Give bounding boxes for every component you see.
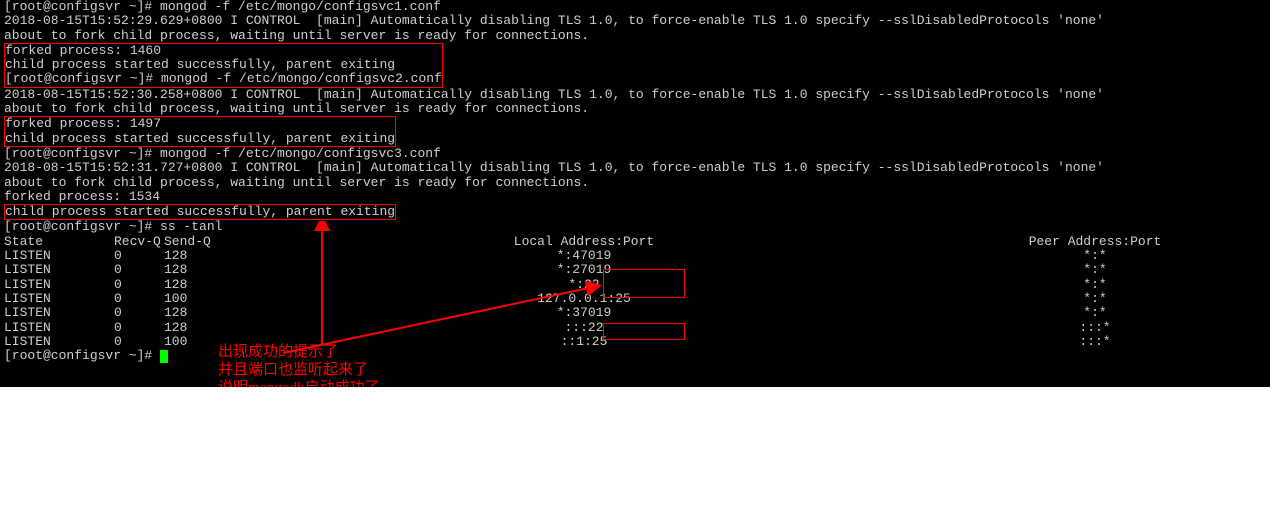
log-line: 2018-08-15T15:52:29.629+0800 I CONTROL [… xyxy=(4,14,1266,28)
prompt-line-3: [root@configsvr ~]# mongod -f /etc/mongo… xyxy=(4,147,1266,161)
col-recvq: Recv-Q xyxy=(114,235,164,249)
log-line: 2018-08-15T15:52:31.727+0800 I CONTROL [… xyxy=(4,161,1266,175)
log-line: child process started successfully, pare… xyxy=(5,205,395,219)
log-line: forked process: 1460 xyxy=(5,44,442,58)
ss-row: LISTEN0128*:22*:* xyxy=(4,278,1266,292)
highlight-box: forked process: 1497 child process start… xyxy=(4,116,396,147)
ss-header: State Recv-Q Send-Q Local Address:Port P… xyxy=(4,235,1266,249)
prompt: [root@configsvr ~]# xyxy=(4,348,160,363)
ss-row: LISTEN0100127.0.0.1:25*:* xyxy=(4,292,1266,306)
command: mongod -f /etc/mongo/configsvc2.conf xyxy=(161,71,442,86)
prompt-line-5: [root@configsvr ~]# xyxy=(4,349,1266,363)
command: mongod -f /etc/mongo/configsvc3.conf xyxy=(160,146,441,161)
col-peer: Peer Address:Port xyxy=(924,235,1266,249)
log-line: child process started successfully, pare… xyxy=(5,58,442,72)
log-line: about to fork child process, waiting unt… xyxy=(4,29,1266,43)
annotation-text: 出现成功的提示了 并且端口也监听起来了 说明mongodb启动成功了 xyxy=(218,343,380,387)
prompt: [root@configsvr ~]# xyxy=(4,0,160,14)
annotation-line-1: 出现成功的提示了 xyxy=(218,343,380,361)
ss-row: LISTEN0128:::22:::* xyxy=(4,321,1266,335)
command: mongod -f /etc/mongo/configsvc1.conf xyxy=(160,0,441,14)
annotation-line-3: 说明mongodb启动成功了 xyxy=(218,379,380,387)
ss-row: LISTEN0128*:47019*:* xyxy=(4,249,1266,263)
prompt: [root@configsvr ~]# xyxy=(5,71,161,86)
ss-row: LISTEN0128*:37019*:* xyxy=(4,306,1266,320)
prompt-line-1: [root@configsvr ~]# mongod -f /etc/mongo… xyxy=(4,0,1266,14)
command: ss -tanl xyxy=(160,219,222,234)
prompt-line-4: [root@configsvr ~]# ss -tanl xyxy=(4,220,1266,234)
prompt: [root@configsvr ~]# xyxy=(4,146,160,161)
log-line: about to fork child process, waiting unt… xyxy=(4,176,1266,190)
col-sendq: Send-Q xyxy=(164,235,244,249)
log-line: about to fork child process, waiting unt… xyxy=(4,102,1266,116)
prompt: [root@configsvr ~]# xyxy=(4,219,160,234)
log-line: 2018-08-15T15:52:30.258+0800 I CONTROL [… xyxy=(4,88,1266,102)
prompt-line-2: [root@configsvr ~]# mongod -f /etc/mongo… xyxy=(5,72,442,86)
highlight-box: child process started successfully, pare… xyxy=(4,204,396,220)
terminal[interactable]: [root@configsvr ~]# mongod -f /etc/mongo… xyxy=(0,0,1270,387)
cursor xyxy=(160,350,168,363)
log-line: forked process: 1497 xyxy=(5,117,395,131)
ss-row: LISTEN0100::1:25:::* xyxy=(4,335,1266,349)
log-line: child process started successfully, pare… xyxy=(5,132,395,146)
annotation-line-2: 并且端口也监听起来了 xyxy=(218,361,380,379)
log-line: forked process: 1534 xyxy=(4,190,1266,204)
ss-row: LISTEN0128*:27019*:* xyxy=(4,263,1266,277)
highlight-box: forked process: 1460 child process start… xyxy=(4,43,443,88)
col-state: State xyxy=(4,235,114,249)
